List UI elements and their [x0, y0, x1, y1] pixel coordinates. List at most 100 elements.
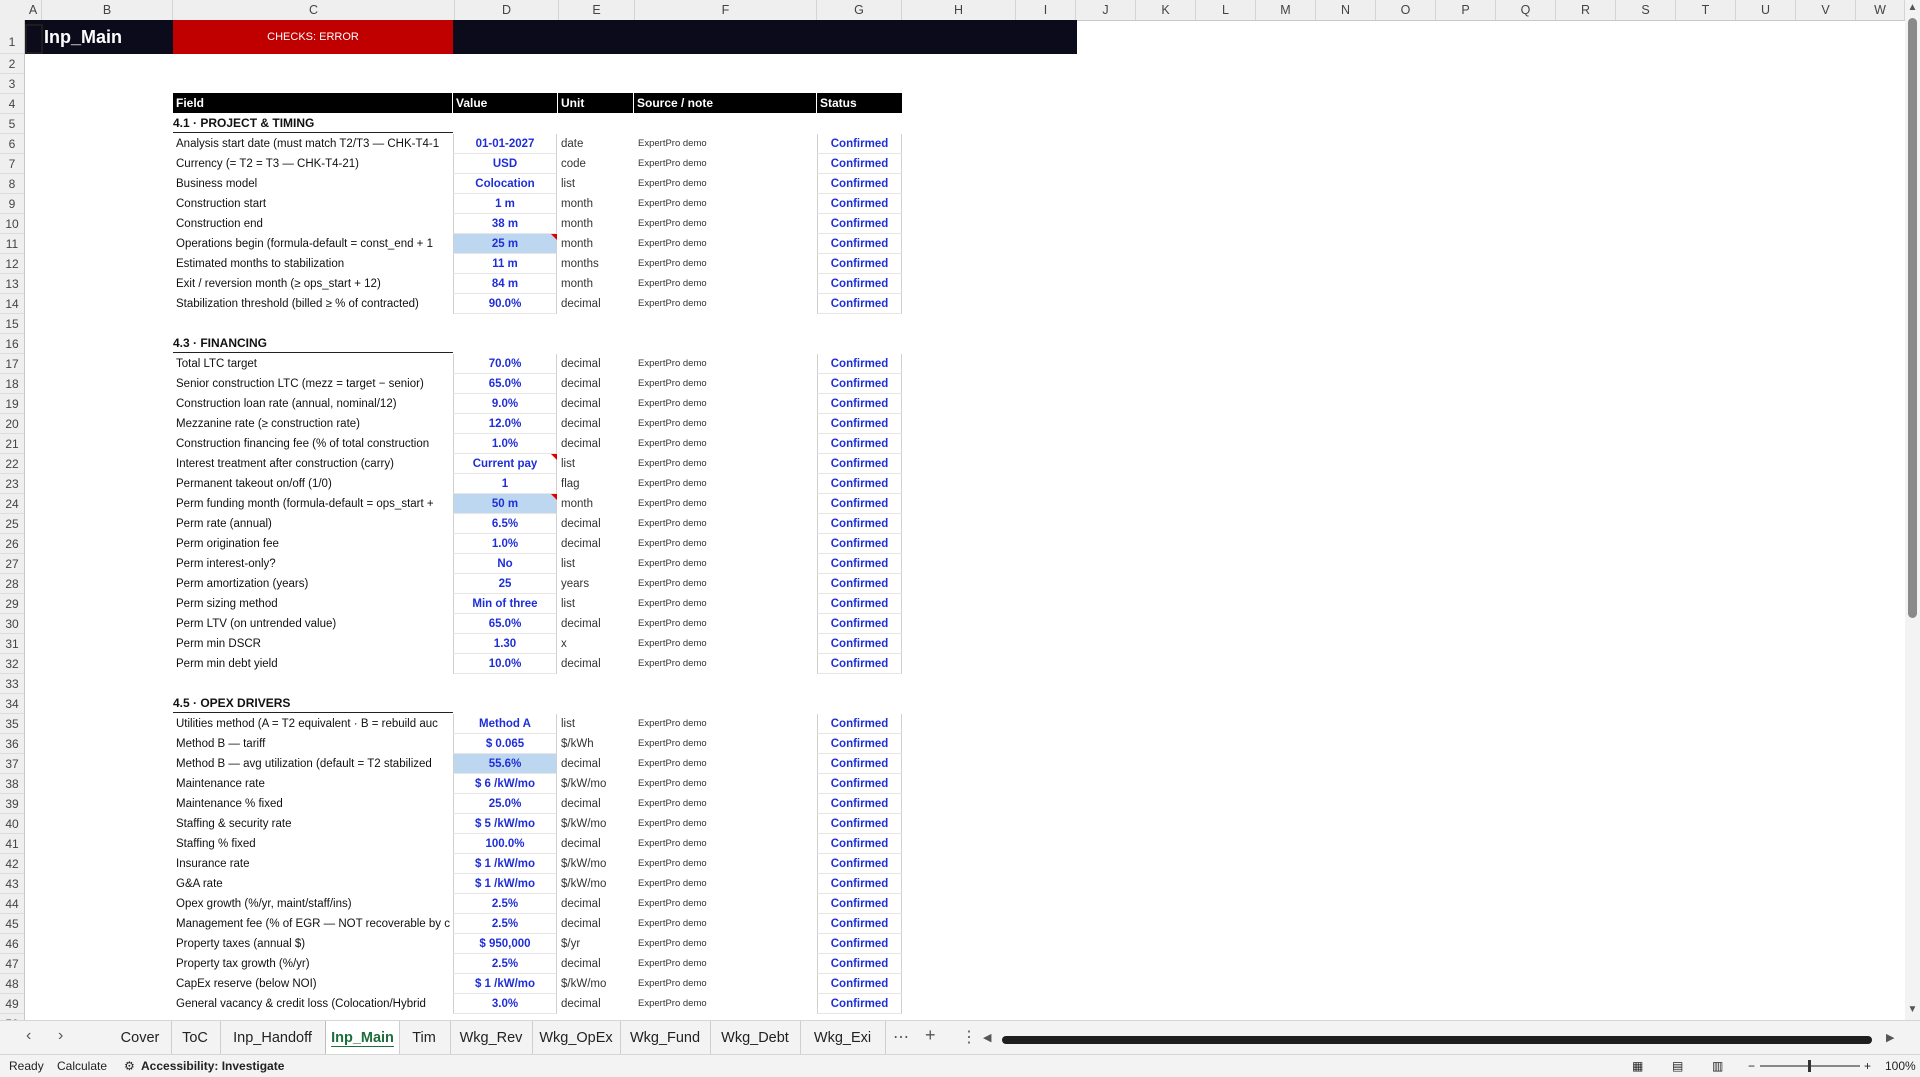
status-cell[interactable]: Confirmed — [817, 434, 902, 454]
value-field[interactable]: 25 — [453, 574, 557, 594]
value-field[interactable]: 11 m — [453, 254, 557, 274]
status-cell[interactable]: Confirmed — [817, 634, 902, 654]
accessibility-status[interactable]: Accessibility: Investigate — [141, 1055, 284, 1077]
status-cell[interactable]: Confirmed — [817, 814, 902, 834]
calculate-button[interactable]: Calculate — [57, 1055, 107, 1077]
status-cell[interactable]: Confirmed — [817, 194, 902, 214]
status-cell[interactable]: Confirmed — [817, 234, 902, 254]
value-field[interactable]: $ 1 /kW/mo — [453, 974, 557, 994]
status-cell[interactable]: Confirmed — [817, 614, 902, 634]
value-field[interactable]: 90.0% — [453, 294, 557, 314]
status-cell[interactable]: Confirmed — [817, 494, 902, 514]
status-cell[interactable]: Confirmed — [817, 354, 902, 374]
column-header[interactable]: R — [1556, 0, 1616, 20]
row-header[interactable]: 23 — [0, 474, 24, 494]
status-cell[interactable]: Confirmed — [817, 774, 902, 794]
value-field[interactable]: $ 0.065 — [453, 734, 557, 754]
status-cell[interactable]: Confirmed — [817, 714, 902, 734]
value-field[interactable]: $ 950,000 — [453, 934, 557, 954]
status-cell[interactable]: Confirmed — [817, 954, 902, 974]
zoom-out-icon[interactable]: − — [1748, 1055, 1755, 1077]
column-header[interactable]: K — [1136, 0, 1196, 20]
value-field[interactable]: 65.0% — [453, 374, 557, 394]
value-field[interactable]: 25.0% — [453, 794, 557, 814]
row-header[interactable]: 21 — [0, 434, 24, 454]
status-cell[interactable]: Confirmed — [817, 874, 902, 894]
row-header[interactable]: 43 — [0, 874, 24, 894]
sheet-tab[interactable]: Tim — [398, 1021, 451, 1055]
sheet-tab[interactable]: Cover — [109, 1021, 172, 1055]
column-header[interactable]: W — [1856, 0, 1905, 20]
column-header[interactable]: U — [1736, 0, 1796, 20]
status-cell[interactable]: Confirmed — [817, 454, 902, 474]
status-cell[interactable]: Confirmed — [817, 574, 902, 594]
zoom-level[interactable]: 100% — [1885, 1055, 1916, 1077]
column-header[interactable]: S — [1616, 0, 1676, 20]
column-header[interactable]: H — [902, 0, 1016, 20]
row-header[interactable]: 38 — [0, 774, 24, 794]
status-cell[interactable]: Confirmed — [817, 294, 902, 314]
horizontal-scrollbar[interactable] — [990, 1035, 1900, 1045]
row-header[interactable]: 44 — [0, 894, 24, 914]
row-header[interactable]: 7 — [0, 154, 24, 174]
value-field[interactable]: USD — [453, 154, 557, 174]
row-header[interactable]: 16 — [0, 334, 24, 354]
row-header[interactable]: 15 — [0, 314, 24, 334]
row-header[interactable]: 17 — [0, 354, 24, 374]
value-field[interactable]: 9.0% — [453, 394, 557, 414]
row-header[interactable]: 29 — [0, 594, 24, 614]
value-field[interactable]: 100.0% — [453, 834, 557, 854]
value-field[interactable]: $ 5 /kW/mo — [453, 814, 557, 834]
row-header[interactable]: 3 — [0, 74, 24, 94]
value-field[interactable]: 25 m — [453, 234, 557, 254]
row-header[interactable]: 49 — [0, 994, 24, 1014]
value-field[interactable]: 10.0% — [453, 654, 557, 674]
status-cell[interactable]: Confirmed — [817, 554, 902, 574]
row-header[interactable]: 35 — [0, 714, 24, 734]
page-layout-icon[interactable]: ▤ — [1672, 1055, 1683, 1077]
column-header[interactable]: P — [1436, 0, 1496, 20]
more-tabs-icon[interactable]: ⋯ — [893, 1027, 909, 1047]
row-header[interactable]: 1 — [0, 20, 24, 54]
row-header[interactable]: 19 — [0, 394, 24, 414]
status-cell[interactable]: Confirmed — [817, 214, 902, 234]
vertical-scrollbar[interactable]: ▲ ▼ — [1905, 0, 1920, 1020]
column-header[interactable]: M — [1256, 0, 1316, 20]
column-header[interactable]: N — [1316, 0, 1376, 20]
row-header[interactable]: 36 — [0, 734, 24, 754]
status-cell[interactable]: Confirmed — [817, 894, 902, 914]
row-header[interactable]: 10 — [0, 214, 24, 234]
status-cell[interactable]: Confirmed — [817, 994, 902, 1014]
column-header[interactable]: J — [1076, 0, 1136, 20]
row-header[interactable]: 45 — [0, 914, 24, 934]
sheet-tab[interactable]: Wkg_Debt — [710, 1021, 801, 1055]
column-header[interactable]: L — [1196, 0, 1256, 20]
row-header[interactable]: 11 — [0, 234, 24, 254]
value-field[interactable]: 2.5% — [453, 954, 557, 974]
column-header[interactable]: C — [173, 0, 455, 20]
row-header[interactable]: 27 — [0, 554, 24, 574]
status-cell[interactable]: Confirmed — [817, 734, 902, 754]
status-cell[interactable]: Confirmed — [817, 394, 902, 414]
column-header[interactable]: D — [455, 0, 559, 20]
row-header[interactable]: 28 — [0, 574, 24, 594]
row-header[interactable]: 32 — [0, 654, 24, 674]
next-sheet-icon[interactable]: › — [58, 1027, 63, 1045]
worksheet-grid[interactable]: Inp_Main CHECKS: ERROR Field Value Unit … — [25, 20, 1905, 1020]
column-header[interactable]: G — [817, 0, 902, 20]
value-field[interactable]: 1.0% — [453, 534, 557, 554]
value-field[interactable]: Colocation — [453, 174, 557, 194]
row-header[interactable]: 8 — [0, 174, 24, 194]
row-header[interactable]: 34 — [0, 694, 24, 714]
value-field[interactable]: 1 — [453, 474, 557, 494]
column-header[interactable]: A — [25, 0, 42, 20]
row-header[interactable]: 40 — [0, 814, 24, 834]
vertical-scroll-thumb[interactable] — [1908, 18, 1917, 618]
column-header[interactable]: I — [1016, 0, 1076, 20]
value-field[interactable]: No — [453, 554, 557, 574]
value-field[interactable]: 6.5% — [453, 514, 557, 534]
row-header[interactable]: 31 — [0, 634, 24, 654]
status-cell[interactable]: Confirmed — [817, 414, 902, 434]
row-header[interactable]: 26 — [0, 534, 24, 554]
row-header[interactable]: 4 — [0, 94, 24, 114]
